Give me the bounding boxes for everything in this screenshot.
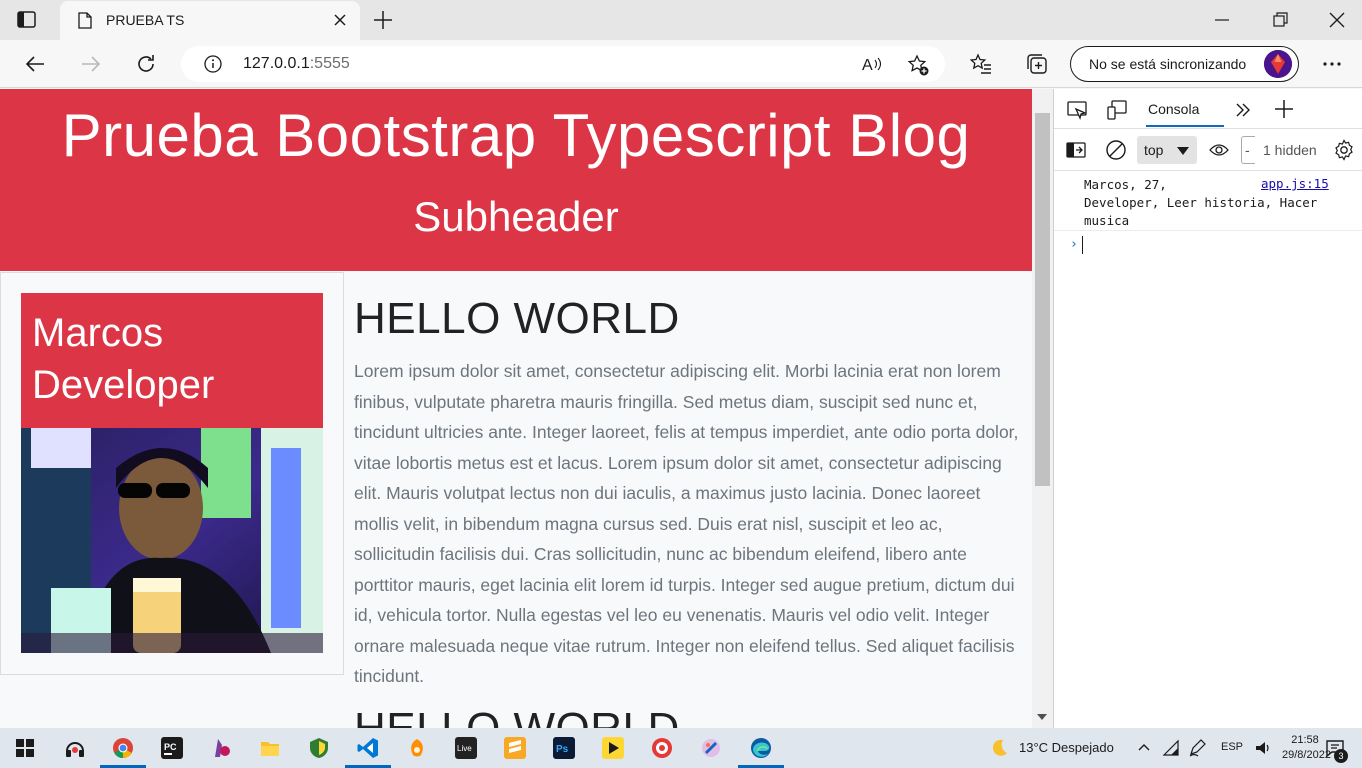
- profile-card-header: Marcos Developer: [21, 293, 323, 428]
- more-options-icon[interactable]: [1320, 52, 1344, 76]
- avatar: [1264, 50, 1292, 78]
- media-app-icon[interactable]: [602, 737, 624, 759]
- tab-title: PRUEBA TS: [106, 12, 185, 28]
- minimize-icon[interactable]: [1212, 10, 1232, 30]
- browser-tab-strip: PRUEBA TS: [0, 0, 1362, 40]
- chevron-down-icon: [1177, 147, 1189, 155]
- devtools-tab-bar: Consola: [1054, 89, 1362, 129]
- context-selector[interactable]: top: [1137, 136, 1197, 164]
- sync-label: No se está sincronizando: [1089, 56, 1247, 72]
- page-title: Prueba Bootstrap Typescript Blog: [61, 102, 971, 169]
- article-body: Lorem ipsum dolor sit amet, consectetur …: [354, 361, 1019, 686]
- pycharm-icon[interactable]: PC: [161, 737, 183, 759]
- add-tab-icon[interactable]: [1273, 98, 1295, 120]
- tab-console[interactable]: Consola: [1148, 101, 1199, 117]
- paint-app-icon[interactable]: [700, 737, 722, 759]
- web-page: Prueba Bootstrap Typescript Blog Subhead…: [0, 89, 1032, 728]
- console-log-entry: Marcos, 27, Developer, Leer historia, Ha…: [1054, 171, 1362, 231]
- active-tab-indicator: [1146, 125, 1224, 127]
- favorites-icon[interactable]: [969, 52, 993, 76]
- hidden-messages-count[interactable]: 1 hidden: [1263, 142, 1317, 158]
- site-info-icon[interactable]: [203, 54, 223, 74]
- svg-text:A: A: [862, 57, 873, 74]
- wifi-icon[interactable]: [1162, 739, 1180, 757]
- console-prompt-icon: ›: [1070, 237, 1078, 252]
- url-text: 127.0.0.1:5555: [243, 55, 350, 72]
- profile-photo: [21, 428, 323, 653]
- filter-input[interactable]: -: [1241, 136, 1255, 164]
- svg-text:Ps: Ps: [556, 744, 569, 755]
- settings-gear-icon[interactable]: [1333, 139, 1355, 161]
- console-toolbar: top - 1 hidden: [1054, 129, 1362, 171]
- windows-start-icon[interactable]: [14, 737, 36, 759]
- taskbar: PC Live Ps 13°C Despejado ESP 21:58 29/8…: [0, 728, 1362, 768]
- page-icon: [78, 12, 92, 29]
- log-source-link[interactable]: app.js:15: [1261, 176, 1329, 191]
- sublime-icon[interactable]: [504, 737, 526, 759]
- console-input[interactable]: [1082, 236, 1083, 254]
- vpn-shield-icon[interactable]: [308, 737, 330, 759]
- photoshop-icon[interactable]: Ps: [553, 737, 575, 759]
- page-subtitle: Subheader: [413, 193, 619, 240]
- add-favorite-icon[interactable]: [906, 53, 930, 77]
- notification-count-badge: 3: [1334, 749, 1348, 763]
- volume-icon[interactable]: [1254, 739, 1272, 757]
- chevron-up-icon[interactable]: [1137, 740, 1151, 754]
- weather-text[interactable]: 13°C Despejado: [1019, 740, 1114, 755]
- context-value: top: [1144, 142, 1164, 158]
- file-explorer-icon[interactable]: [259, 737, 281, 759]
- profile-sync-button[interactable]: No se está sincronizando: [1070, 46, 1299, 82]
- clock-date: 29/8/2022: [1282, 749, 1331, 761]
- forward-icon[interactable]: [79, 52, 103, 76]
- close-window-icon[interactable]: [1327, 10, 1347, 30]
- pen-icon[interactable]: [1188, 739, 1206, 757]
- scroll-down-arrow-icon[interactable]: [1037, 714, 1047, 720]
- profile-name: Marcos: [32, 311, 164, 355]
- scrollbar-thumb[interactable]: [1035, 113, 1050, 486]
- weather-moon-icon[interactable]: [988, 737, 1010, 759]
- browser-toolbar: 127.0.0.1:5555 A No se está sincronizand…: [0, 40, 1362, 88]
- collections-icon[interactable]: [1025, 52, 1049, 76]
- more-tabs-icon[interactable]: [1234, 101, 1252, 119]
- cast-app-icon[interactable]: [651, 737, 673, 759]
- edge-icon[interactable]: [738, 737, 784, 768]
- language-indicator[interactable]: ESP: [1221, 741, 1243, 753]
- new-tab-icon[interactable]: [372, 9, 394, 31]
- vscode-icon[interactable]: [345, 737, 391, 768]
- ableton-live-icon[interactable]: Live: [455, 737, 477, 759]
- inspect-element-icon[interactable]: [1066, 99, 1088, 121]
- page-header: Prueba Bootstrap Typescript Blog Subhead…: [0, 89, 1032, 271]
- game-app-icon[interactable]: [210, 737, 232, 759]
- article-title-second: HELLO WORLD: [354, 704, 680, 728]
- clock[interactable]: 21:58 29/8/2022: [1282, 733, 1331, 763]
- svg-text:PC: PC: [164, 742, 177, 752]
- tab-actions-icon[interactable]: [16, 10, 38, 30]
- headphones-app-icon[interactable]: [64, 737, 86, 759]
- live-expression-icon[interactable]: [1208, 140, 1230, 160]
- device-emulation-icon[interactable]: [1106, 99, 1128, 121]
- read-aloud-icon[interactable]: A: [861, 54, 883, 74]
- fl-studio-icon[interactable]: [406, 737, 428, 759]
- clear-console-icon[interactable]: [1105, 139, 1127, 161]
- sidebar-toggle-icon[interactable]: [1065, 139, 1087, 161]
- article-title: HELLO WORLD: [354, 294, 680, 343]
- profile-card: Marcos Developer: [0, 272, 344, 675]
- browser-tab[interactable]: PRUEBA TS: [60, 1, 360, 40]
- back-icon[interactable]: [23, 52, 47, 76]
- chrome-icon[interactable]: [100, 737, 146, 768]
- profile-role: Developer: [32, 363, 215, 407]
- refresh-icon[interactable]: [134, 52, 158, 76]
- restore-icon[interactable]: [1270, 10, 1290, 30]
- clock-time: 21:58: [1291, 734, 1319, 746]
- devtools-panel: Consola top - 1 hidden Marcos, 27, Devel…: [1053, 89, 1362, 728]
- address-bar[interactable]: 127.0.0.1:5555 A: [181, 46, 945, 82]
- article: HELLO WORLD Lorem ipsum dolor sit amet, …: [354, 294, 1022, 728]
- svg-text:Live: Live: [457, 744, 472, 753]
- page-scrollbar[interactable]: [1032, 89, 1053, 728]
- close-tab-icon[interactable]: [332, 12, 348, 28]
